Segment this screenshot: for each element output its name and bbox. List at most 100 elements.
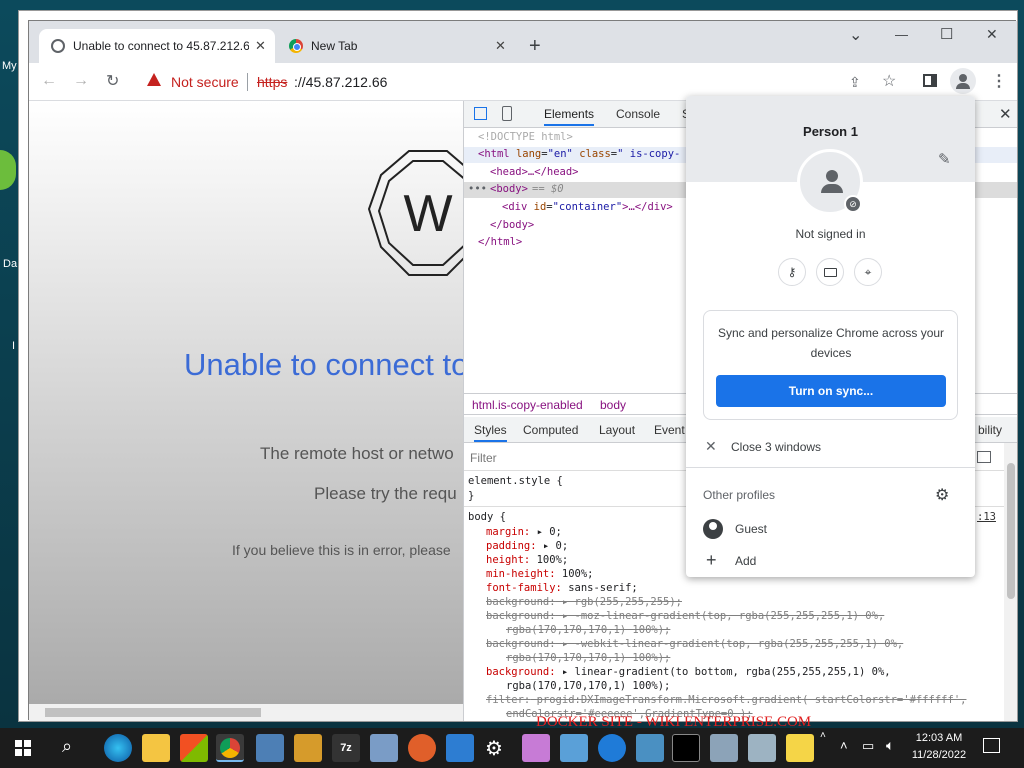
scrollbar-thumb[interactable] — [45, 708, 261, 717]
dom-head[interactable]: <head>…</head> — [490, 166, 579, 178]
share-icon[interactable]: ⇪ — [849, 74, 861, 91]
css-property[interactable]: background: — [486, 610, 556, 622]
css-value[interactable]: sans-serif; — [568, 582, 638, 594]
tray-chevron-icon[interactable]: ˄ — [840, 738, 848, 753]
css-property[interactable]: background: — [486, 596, 556, 608]
css-rule-line[interactable]: rgba(170,170,170,1) 100%); — [486, 652, 1006, 666]
css-rule-line[interactable]: background: ▸ -moz-linear-gradient(top, … — [486, 610, 1006, 624]
tab-styles[interactable]: Styles — [474, 423, 507, 442]
windows-start-icon[interactable] — [15, 740, 31, 756]
tab-elements[interactable]: Elements — [544, 107, 595, 126]
tab-layout[interactable]: Layout — [599, 423, 635, 437]
edge-icon[interactable] — [104, 734, 132, 762]
close-windows-row[interactable]: ✕ Close 3 windows — [686, 429, 975, 467]
maps-pin-icon[interactable] — [408, 734, 436, 762]
css-property[interactable]: font-family: — [486, 582, 562, 594]
styles-filter-input[interactable]: Filter — [470, 451, 497, 465]
css-property[interactable]: margin: — [486, 526, 530, 538]
sticky-notes-icon[interactable] — [786, 734, 814, 762]
volume-icon[interactable]: 🔈︎ — [886, 737, 894, 754]
turn-on-sync-button[interactable]: Turn on sync... — [716, 375, 946, 407]
body-rule-selector[interactable]: body { — [468, 511, 506, 523]
omnibox[interactable]: Not secure https ://45.87.212.66 ⇪ — [135, 67, 879, 97]
maximize-button[interactable]: ☐ — [940, 25, 953, 43]
forward-arrow-icon[interactable]: → — [73, 72, 89, 90]
passwords-key-icon[interactable]: ⚷ — [778, 258, 806, 286]
tab-search-chevron-icon[interactable]: ⌄ — [849, 25, 862, 45]
devtools-close-icon[interactable]: ✕ — [999, 105, 1012, 123]
notifications-icon[interactable] — [983, 738, 1000, 753]
tab-active[interactable]: Unable to connect to 45.87.212.6 ✕ — [39, 29, 275, 63]
horizontal-scrollbar[interactable] — [29, 704, 463, 721]
desktop-app-icon[interactable] — [0, 150, 16, 190]
tab-console[interactable]: Console — [616, 107, 660, 121]
network-icon[interactable]: ▭ — [862, 738, 874, 754]
settings-gear-icon[interactable]: ⚙ — [485, 736, 503, 761]
new-tab-button[interactable]: + — [529, 35, 541, 58]
chrome-taskbar-icon[interactable] — [216, 734, 244, 762]
url-scheme[interactable]: https — [257, 74, 287, 90]
css-property[interactable]: min-height: — [486, 568, 556, 580]
close-window-button[interactable]: ✕ — [986, 26, 998, 43]
css-rule-line[interactable]: background: ▸ -webkit-linear-gradient(to… — [486, 638, 1006, 652]
internet-explorer-icon[interactable] — [598, 734, 626, 762]
css-value[interactable]: linear-gradient(to bottom, rgba(255,255,… — [575, 666, 891, 678]
paint-icon[interactable] — [522, 734, 550, 762]
back-arrow-icon[interactable]: ← — [41, 72, 57, 90]
control-panel-icon[interactable] — [636, 734, 664, 762]
reload-icon[interactable]: ↻ — [106, 71, 119, 91]
7zip-icon[interactable]: 7z — [332, 734, 360, 762]
css-property[interactable]: padding: — [486, 540, 537, 552]
tab-accessibility[interactable]: bility — [978, 423, 1002, 437]
store-icon[interactable] — [180, 734, 208, 762]
css-value[interactable]: 0; — [549, 526, 562, 538]
rule-source-link[interactable]: :13 — [977, 511, 996, 523]
not-secure-label[interactable]: Not secure — [171, 74, 239, 90]
manage-profiles-gear-icon[interactable]: ⚙ — [935, 485, 949, 505]
menu-icon[interactable]: ⋮ — [991, 71, 1007, 91]
css-value[interactable]: 100%; — [562, 568, 594, 580]
url-host[interactable]: ://45.87.212.66 — [294, 74, 387, 90]
styles-vertical-scrollbar[interactable] — [1004, 443, 1017, 721]
guest-profile-item[interactable]: Guest — [686, 512, 975, 544]
css-property[interactable]: height: — [486, 554, 530, 566]
desktop-icon-label[interactable]: I — [12, 340, 15, 352]
css-value[interactable]: rgba(170,170,170,1) 100%); — [506, 652, 670, 664]
terminal-icon[interactable] — [672, 734, 700, 762]
bookmark-star-icon[interactable]: ☆ — [882, 71, 896, 91]
tab-computed[interactable]: Computed — [523, 423, 578, 437]
scroll-up-chevron-icon[interactable]: ˄ — [820, 730, 826, 741]
paint-brush-icon[interactable] — [748, 734, 776, 762]
network-app-icon[interactable] — [560, 734, 588, 762]
css-value[interactable]: rgba(170,170,170,1) 100%); — [506, 624, 670, 636]
clock-date[interactable]: 11/28/2022 — [907, 749, 971, 761]
css-rule-line[interactable]: font-family: sans-serif; — [486, 582, 1006, 596]
css-value[interactable]: -moz-linear-gradient(top, rgba(255,255,2… — [575, 610, 885, 622]
breadcrumb-body[interactable]: body — [600, 398, 626, 412]
css-property[interactable]: background: — [486, 638, 556, 650]
tab-close-icon[interactable]: ✕ — [495, 38, 506, 54]
file-explorer-icon[interactable] — [142, 734, 170, 762]
image-viewer-icon[interactable] — [370, 734, 398, 762]
scrollbar-thumb[interactable] — [1007, 463, 1015, 599]
tab-new-tab[interactable]: New Tab ✕ — [277, 29, 513, 63]
dom-html-close[interactable]: </html> — [478, 236, 522, 248]
css-rule-line[interactable]: rgba(170,170,170,1) 100%); — [486, 680, 1006, 694]
addresses-location-icon[interactable]: ⌖ — [854, 258, 882, 286]
css-property[interactable]: background: — [486, 666, 556, 678]
css-value[interactable]: rgba(170,170,170,1) 100%); — [506, 680, 670, 692]
media-icon[interactable] — [294, 734, 322, 762]
edit-pencil-icon[interactable]: ✎ — [938, 150, 951, 168]
dom-doctype[interactable]: <!DOCTYPE html> — [478, 131, 573, 143]
warning-triangle-icon[interactable] — [147, 73, 161, 86]
css-rule-line[interactable]: background: ▸ rgb(255,255,255); — [486, 596, 1006, 610]
element-style-rule[interactable]: element.style { — [468, 475, 563, 487]
clock-time[interactable]: 12:03 AM — [913, 732, 965, 744]
css-value[interactable]: 100%; — [537, 554, 569, 566]
css-value[interactable]: 0; — [556, 540, 569, 552]
minimize-button[interactable]: — — [895, 27, 908, 42]
css-property[interactable]: filter: — [486, 694, 530, 706]
css-value[interactable]: rgb(255,255,255); — [575, 596, 682, 608]
desktop-icon-label[interactable]: Da — [3, 258, 17, 270]
tab-close-icon[interactable]: ✕ — [255, 38, 266, 54]
